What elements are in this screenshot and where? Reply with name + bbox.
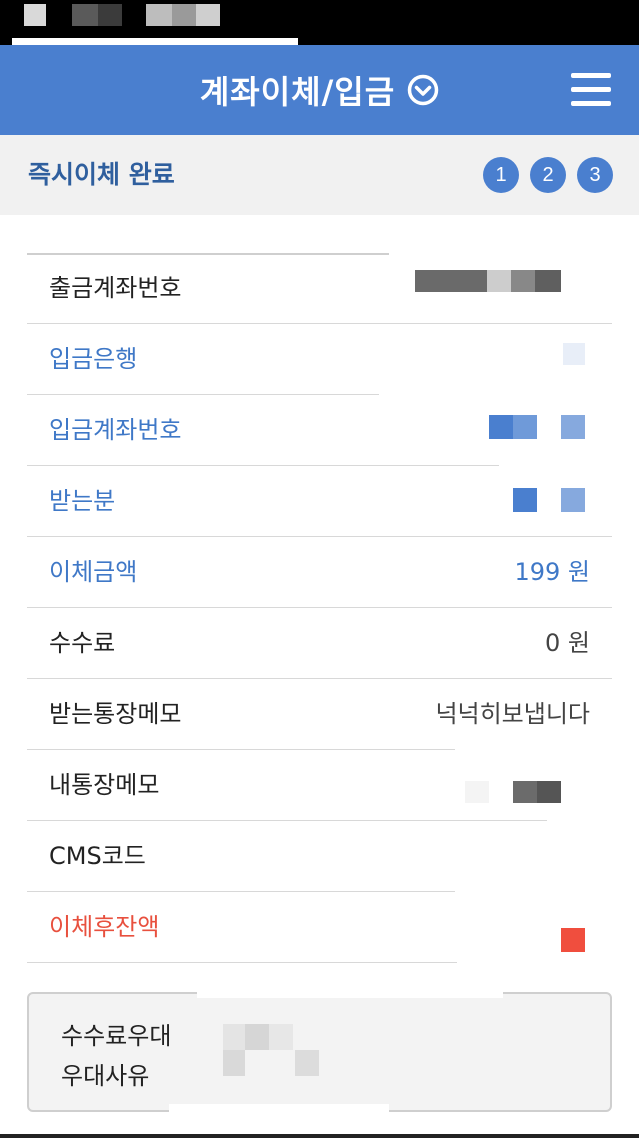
row-label: 이체금액: [49, 558, 138, 586]
header-title: 계좌이체/입금: [199, 73, 396, 111]
redacted-value: [465, 781, 489, 803]
row-withdraw-account: 출금계좌번호: [27, 253, 612, 324]
row-label: 출금계좌번호: [49, 274, 182, 302]
bottom-divider: [0, 1134, 639, 1138]
redacted-block: [196, 4, 220, 26]
app-header: 계좌이체/입금: [0, 45, 639, 135]
redacted-value: [513, 781, 537, 803]
redacted-value: [563, 343, 585, 365]
redacted-value: [415, 270, 487, 292]
discount-reason-label: 우대사유: [61, 1062, 150, 1090]
redacted-value: [561, 488, 585, 512]
redacted-value: [535, 270, 561, 292]
row-recipient-memo: 받는통장메모 넉넉히보냅니다: [27, 679, 612, 750]
fee-value: 0 원: [545, 629, 590, 657]
row-label: CMS코드: [49, 842, 146, 870]
redacted-value: [269, 1024, 293, 1050]
redacted-value: [245, 1024, 269, 1050]
recipient-memo-value: 넉넉히보냅니다: [435, 700, 590, 728]
hamburger-menu-icon[interactable]: [571, 73, 611, 107]
row-label: 입금계좌번호: [49, 416, 182, 444]
sub-header: 즉시이체 완료 1 2 3: [0, 135, 639, 215]
redacted-value: [537, 781, 561, 803]
redacted-block: [72, 4, 98, 26]
row-label: 내통장메모: [49, 771, 160, 799]
redacted-value: [295, 1050, 319, 1076]
redacted-value: [487, 270, 511, 292]
step-2: 2: [530, 157, 566, 193]
page-title: 즉시이체 완료: [28, 160, 175, 189]
row-fee: 수수료 0 원: [27, 608, 612, 679]
step-indicator: 1 2 3: [472, 157, 613, 193]
row-balance-after: 이체후잔액: [27, 892, 612, 963]
redacted-value: [513, 488, 537, 512]
redacted-block: [98, 4, 122, 26]
row-label: 이체후잔액: [49, 913, 160, 941]
row-label: 입금은행: [49, 345, 138, 373]
redacted-block: [172, 4, 196, 26]
redaction-gap: [197, 990, 503, 998]
fee-discount-label: 수수료우대: [61, 1022, 172, 1050]
transfer-amount-value: 199 원: [514, 558, 590, 586]
chevron-down-circle-icon: [407, 74, 439, 106]
redaction-gap: [455, 746, 612, 754]
redacted-value: [223, 1024, 245, 1050]
redaction-gap: [547, 817, 612, 825]
redacted-block: [24, 4, 46, 26]
row-deposit-account: 입금계좌번호: [27, 395, 612, 466]
step-3: 3: [577, 157, 613, 193]
row-label: 수수료: [49, 629, 116, 657]
redaction-gap: [499, 462, 612, 470]
row-transfer-amount: 이체금액 199 원: [27, 537, 612, 608]
row-my-memo: 내통장메모: [27, 750, 612, 821]
row-deposit-bank: 입금은행: [27, 324, 612, 395]
header-title-dropdown[interactable]: 계좌이체/입금: [0, 45, 639, 135]
redacted-value: [561, 928, 585, 952]
redacted-value: [489, 415, 513, 439]
redaction-gap: [379, 392, 612, 398]
redacted-value: [561, 415, 585, 439]
redaction-gap: [457, 959, 612, 967]
row-recipient: 받는분: [27, 466, 612, 537]
row-label: 받는분: [49, 487, 116, 515]
redaction-gap: [455, 888, 612, 896]
row-cms-code: CMS코드: [27, 821, 612, 892]
fee-discount-box: 수수료우대 우대사유: [27, 990, 612, 1112]
redacted-value: [223, 1050, 245, 1076]
redaction-gap: [169, 1104, 389, 1112]
row-label: 받는통장메모: [49, 700, 182, 728]
status-bar: [0, 0, 639, 46]
redacted-block: [146, 4, 172, 26]
redacted-value: [511, 270, 535, 292]
step-1: 1: [483, 157, 519, 193]
screen: 계좌이체/입금 즉시이체 완료 1 2 3 출금계좌번호 입금은행 입금계좌번호…: [0, 0, 639, 1138]
redacted-value: [513, 415, 537, 439]
